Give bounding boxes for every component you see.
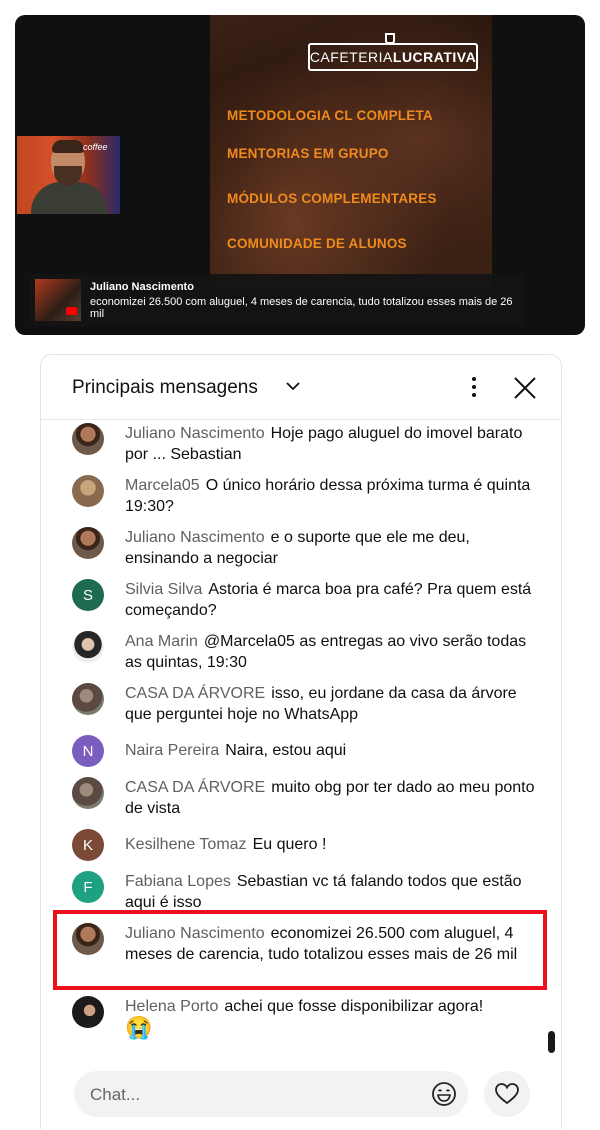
avatar [72, 777, 104, 809]
more-options-icon[interactable] [467, 377, 481, 399]
caption-message: economizei 26.500 com aluguel, 4 meses d… [90, 296, 513, 320]
close-icon[interactable] [512, 375, 538, 401]
chat-input[interactable] [88, 1071, 412, 1119]
message-author[interactable]: Kesilhene Tomaz [125, 836, 247, 853]
avatar [72, 996, 104, 1028]
emoji-picker-icon[interactable] [431, 1081, 457, 1107]
message-author[interactable]: CASA DA ÁRVORE [125, 685, 265, 702]
chat-input-container [74, 1071, 468, 1119]
chat-footer [41, 1059, 561, 1130]
message-author[interactable]: Juliano Nascimento [125, 529, 265, 546]
message-author[interactable]: Naira Pereira [125, 742, 219, 759]
message-text: Eu quero ! [252, 836, 327, 853]
highlight-box [53, 910, 547, 990]
message-author[interactable]: CASA DA ÁRVORE [125, 779, 265, 796]
presentation-slide: CAFETERIA LUCRATIVA METODOLOGIA CL COMPLE… [210, 15, 492, 290]
avatar: K [72, 829, 104, 861]
message-author[interactable]: Ana Marin [125, 633, 198, 650]
message-text: achei que fosse disponibilizar agora! [224, 998, 484, 1015]
slide-item-modules: MÓDULOS COMPLEMENTARES [227, 191, 437, 206]
message-author[interactable]: Juliano Nascimento [125, 425, 265, 442]
avatar: N [72, 735, 104, 767]
avatar [72, 527, 104, 559]
message-text: Naira, estou aqui [225, 742, 347, 759]
avatar [72, 423, 104, 455]
live-chat-panel: Principais mensagens Juliano Nascimento H… [40, 354, 562, 1129]
caption-author: Juliano Nascimento [90, 281, 194, 293]
chevron-down-icon[interactable] [285, 380, 301, 392]
pinned-comment-overlay: Juliano Nascimento economizei 26.500 com… [30, 274, 524, 326]
message-author[interactable]: Helena Porto [125, 998, 218, 1015]
message-author[interactable]: Fabiana Lopes [125, 873, 231, 890]
slide-item-community: COMUNIDADE DE ALUNOS [227, 236, 407, 251]
message-author[interactable]: Silvia Silva [125, 581, 202, 598]
avatar [72, 631, 104, 663]
avatar [72, 475, 104, 507]
slide-item-methodology: METODOLOGIA CL COMPLETA [227, 108, 433, 123]
heart-icon [495, 1083, 519, 1105]
avatar: F [72, 871, 104, 903]
youtube-icon [66, 307, 77, 315]
video-player[interactable]: CAFETERIA LUCRATIVA METODOLOGIA CL COMPLE… [15, 15, 585, 335]
chat-filter-title[interactable]: Principais mensagens [72, 377, 258, 399]
message-author[interactable]: Marcela05 [125, 477, 200, 494]
scrollbar-thumb[interactable] [548, 1031, 555, 1053]
webcam-sign: coffee [83, 142, 108, 152]
slide-item-mentoring: MENTORIAS EM GRUPO [227, 146, 389, 161]
brand-logo: CAFETERIA LUCRATIVA [308, 43, 478, 71]
crying-emoji: 😭 [125, 1015, 153, 1040]
chat-header: Principais mensagens [41, 355, 561, 420]
avatar: S [72, 579, 104, 611]
heart-reaction-button[interactable] [484, 1071, 530, 1117]
avatar [72, 683, 104, 715]
webcam-overlay: coffee [17, 136, 120, 214]
